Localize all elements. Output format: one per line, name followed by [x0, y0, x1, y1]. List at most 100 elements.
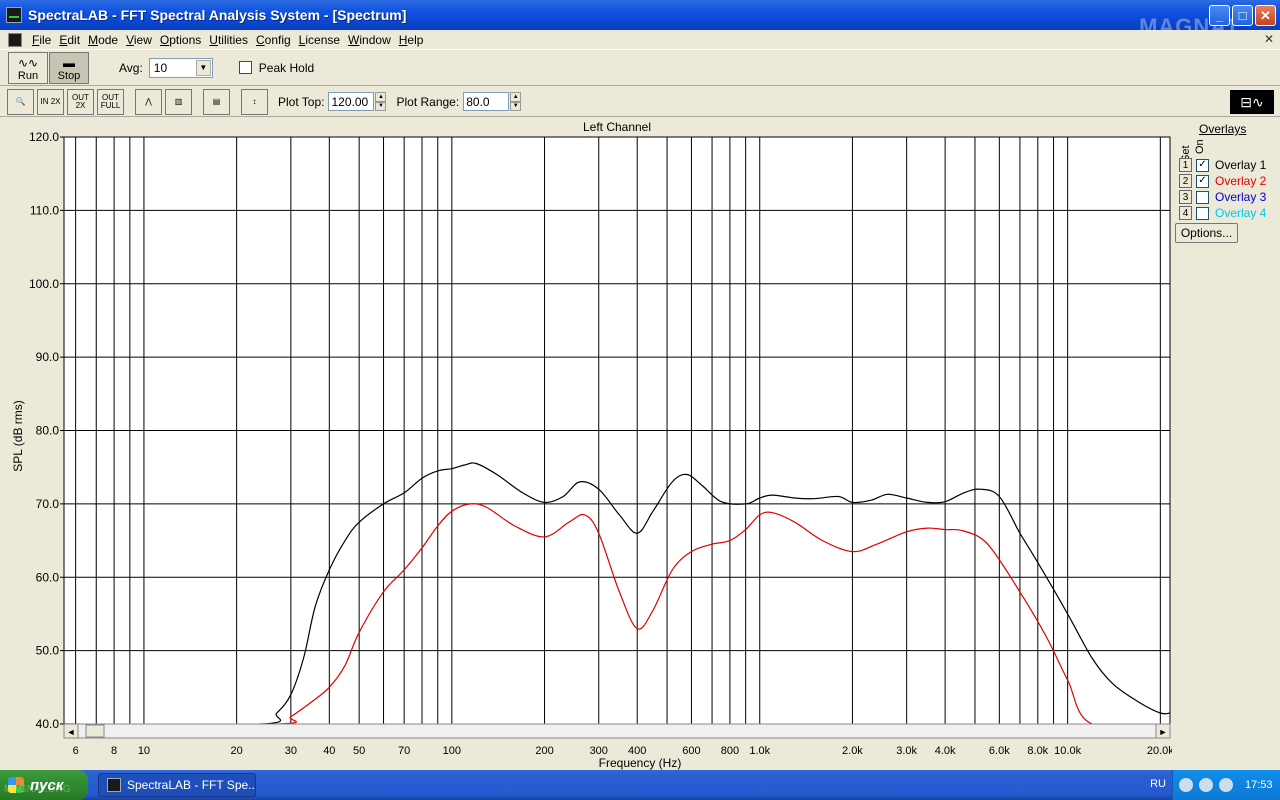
- y-tick-label: 50.0: [36, 644, 60, 658]
- zoom-out-full-button[interactable]: OUT FULL: [97, 88, 124, 115]
- horizontal-scrollbar[interactable]: [63, 723, 1171, 739]
- y-tick-label: 60.0: [36, 570, 60, 584]
- avg-label: Avg:: [119, 60, 143, 75]
- maximize-button[interactable]: □: [1232, 5, 1253, 26]
- x-tick-label: 2.0k: [842, 745, 863, 757]
- overlay-name: Overlay 1: [1215, 158, 1267, 172]
- zoom-icon[interactable]: 🔍: [7, 88, 34, 115]
- x-tick-label: 3.0k: [896, 745, 917, 757]
- menu-mode[interactable]: Mode: [84, 33, 122, 47]
- stop-button[interactable]: ▬ Stop: [49, 51, 89, 84]
- plot-top-label: Plot Top:: [278, 94, 325, 109]
- on-column-label: On: [1194, 139, 1206, 154]
- menu-file[interactable]: File: [28, 33, 55, 47]
- arrow-tray-icon[interactable]: [1179, 778, 1193, 792]
- window-title: SpectraLAB - FFT Spectral Analysis Syste…: [28, 7, 407, 23]
- speaker-icon[interactable]: [1199, 778, 1213, 792]
- toolbar-main: ∿∿ Run ▬ Stop Avg: 10 ▼ Peak Hold: [0, 50, 1280, 86]
- spectrum-chart: 40.0 50.0 60.0 70.0 80.0 90.0 100.0 110.0 120.0 6…: [0, 118, 1172, 770]
- x-tick-label: 4.0k: [935, 745, 956, 757]
- y-tick-label: 70.0: [36, 497, 60, 511]
- scroll-thumb[interactable]: [85, 724, 105, 738]
- overlay-set-button[interactable]: 3: [1179, 190, 1192, 204]
- document-icon[interactable]: [8, 32, 22, 47]
- minimize-button[interactable]: _: [1209, 5, 1230, 26]
- zoom-out-2x-button[interactable]: OUT 2X: [67, 88, 94, 115]
- menu-edit[interactable]: Edit: [55, 33, 84, 47]
- close-button[interactable]: ✕: [1255, 5, 1276, 26]
- overlays-title[interactable]: Overlays: [1199, 122, 1246, 136]
- title-bar: SpectraLAB - FFT Spectral Analysis Syste…: [0, 0, 1280, 39]
- bar-plot-icon[interactable]: ▥: [165, 88, 192, 115]
- mdi-close-icon[interactable]: ✕: [1264, 32, 1274, 46]
- overlay-set-button[interactable]: 4: [1179, 206, 1192, 220]
- menu-bar: File Edit Mode View Options Utilities Co…: [0, 30, 1280, 50]
- y-tick-label: 90.0: [36, 350, 60, 364]
- plot-top-input[interactable]: 120.00: [328, 92, 375, 111]
- y-tick-label: 80.0: [36, 424, 60, 438]
- y-tick-label: 100.0: [29, 277, 59, 291]
- menu-utilities[interactable]: Utilities: [205, 33, 252, 47]
- overlay-row: 2 ✓ Overlay 2: [1179, 173, 1266, 189]
- x-tick-label: 40: [323, 745, 335, 757]
- stop-label: Stop: [57, 69, 81, 82]
- plot-range-input[interactable]: 80.0: [463, 92, 510, 111]
- x-tick-label: 800: [721, 745, 739, 757]
- app-icon[interactable]: [6, 7, 22, 23]
- menu-view[interactable]: View: [122, 33, 156, 47]
- overlay-checkbox[interactable]: [1196, 206, 1209, 220]
- menu-window[interactable]: Window: [344, 33, 395, 47]
- y-tick-label: 120.0: [29, 130, 59, 144]
- system-tray: 17:53: [1172, 770, 1280, 800]
- toolbar-plot: 🔍 IN 2X OUT 2X OUT FULL ⋀ ▥ ▤ ↕ Plot Top…: [0, 87, 1280, 117]
- overlay-name: Overlay 3: [1215, 190, 1267, 204]
- x-tick-label: 200: [535, 745, 553, 757]
- plot-settings-icon[interactable]: ▤: [203, 88, 230, 115]
- line-plot-icon[interactable]: ⋀: [135, 88, 162, 115]
- taskbar-watermark: MAGNAT.ORG: [4, 784, 71, 795]
- clock: 17:53: [1245, 779, 1273, 791]
- overlay-options-button[interactable]: Options...: [1175, 223, 1238, 243]
- x-tick-label: 1.0k: [749, 745, 770, 757]
- overlay-set-button[interactable]: 2: [1179, 174, 1192, 188]
- overlay-set-button[interactable]: 1: [1179, 158, 1192, 172]
- overlays-panel: Overlays Set On 1 ✓ Overlay 1 2 ✓ Overla…: [1174, 122, 1278, 262]
- avg-value: 10: [153, 60, 168, 75]
- x-tick-label: 100: [443, 745, 461, 757]
- chevron-down-icon[interactable]: ▼: [195, 59, 211, 76]
- x-tick-label: 20: [231, 745, 243, 757]
- wave-icon: ∿∿: [17, 55, 39, 70]
- x-tick-label: 10: [138, 745, 150, 757]
- overlay-name: Overlay 2: [1215, 174, 1267, 188]
- x-tick-label: 8.0k: [1027, 745, 1048, 757]
- signal-generator-icon[interactable]: ⊟∿: [1230, 90, 1274, 114]
- x-axis-label: Frequency (Hz): [599, 756, 682, 770]
- overlay-checkbox[interactable]: ✓: [1196, 174, 1209, 188]
- scroll-right-icon: ►: [1159, 727, 1168, 737]
- menu-options[interactable]: Options: [156, 33, 205, 47]
- menu-config[interactable]: Config: [252, 33, 295, 47]
- taskbar: пуск MAGNAT.ORG SpectraLAB - FFT Spe... …: [0, 770, 1280, 800]
- overlay-name: Overlay 4: [1215, 206, 1267, 220]
- peak-hold-checkbox[interactable]: [238, 61, 252, 74]
- x-tick-label: 20.0k: [1147, 745, 1172, 757]
- peak-hold-option[interactable]: Peak Hold: [238, 61, 314, 75]
- x-tick-label: 6.0k: [989, 745, 1010, 757]
- plot-range-spinner[interactable]: ▲ ▼: [510, 92, 522, 111]
- language-indicator[interactable]: RU: [1150, 778, 1166, 790]
- battery-icon[interactable]: [1219, 778, 1233, 792]
- avg-select[interactable]: 10 ▼: [148, 57, 213, 78]
- menu-license[interactable]: License: [295, 33, 344, 47]
- plot-top-spinner[interactable]: ▲ ▼: [375, 92, 387, 111]
- overlay-checkbox[interactable]: ✓: [1196, 158, 1209, 172]
- menu-help[interactable]: Help: [395, 33, 428, 47]
- x-tick-label: 10.0k: [1054, 745, 1081, 757]
- zoom-in-2x-button[interactable]: IN 2X: [37, 88, 64, 115]
- vertical-scale-icon[interactable]: ↕: [241, 88, 268, 115]
- run-button[interactable]: ∿∿ Run: [8, 51, 48, 84]
- x-tick-label: 50: [353, 745, 365, 757]
- spectrum-chart-area: 40.0 50.0 60.0 70.0 80.0 90.0 100.0 110.0 120.0 6…: [0, 118, 1280, 770]
- overlay-checkbox[interactable]: [1196, 190, 1209, 204]
- taskbar-app-button[interactable]: SpectraLAB - FFT Spe...: [98, 773, 256, 797]
- overlay-row: 1 ✓ Overlay 1: [1179, 157, 1266, 173]
